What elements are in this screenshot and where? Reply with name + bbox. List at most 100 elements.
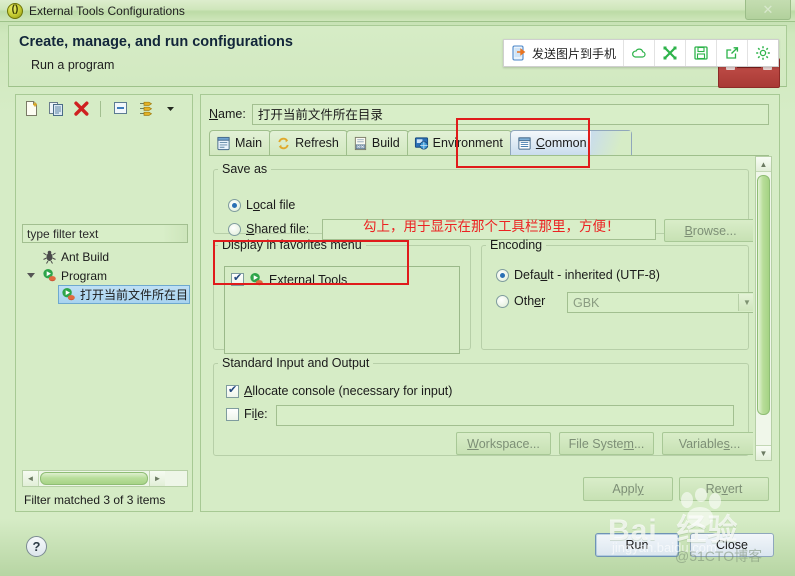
favorites-legend: Display in favorites menu [222, 238, 362, 252]
svg-text:010: 010 [357, 145, 363, 149]
expand-button[interactable] [655, 40, 687, 66]
share-button[interactable] [717, 40, 749, 66]
tab-environment[interactable]: Environment [406, 130, 512, 155]
close-button[interactable]: Close [690, 533, 774, 557]
run-label: Run [625, 538, 649, 552]
capture-toolbar: 发送图片到手机 [503, 39, 780, 67]
tab-label: Common [535, 136, 587, 150]
window-title: External Tools Configurations [29, 3, 185, 18]
close-window-button[interactable]: ✕ [745, 0, 791, 20]
tree-item-selected-config[interactable]: 打开当前文件所在目 [58, 285, 190, 304]
checkbox-indicator [226, 407, 239, 421]
shared-file-label: Shared file: [246, 222, 310, 236]
file-system-button[interactable]: File System... [559, 432, 654, 455]
tree-horizontal-scrollbar[interactable]: ◄ ► [22, 470, 188, 487]
favorites-listbox[interactable]: External Tools [224, 266, 460, 354]
settings-gear-icon [756, 46, 770, 60]
collapse-all-button[interactable] [110, 99, 130, 119]
favorites-item-external-tools[interactable]: External Tools [231, 271, 348, 287]
send-to-phone-button[interactable]: 发送图片到手机 [504, 40, 625, 66]
allocate-console-label: Allocate console (necessary for input) [244, 384, 453, 398]
encoding-other-radio[interactable]: Other [496, 294, 545, 308]
chevron-down-icon[interactable]: ▼ [738, 294, 753, 311]
share-icon [726, 47, 739, 59]
vscroll-thumb[interactable] [757, 175, 770, 415]
filter-icon [139, 101, 152, 116]
view-menu-button[interactable] [160, 99, 180, 119]
duplicate-configuration-button[interactable] [46, 99, 66, 119]
collapse-all-icon [113, 102, 127, 114]
tree-item-ant-build[interactable]: Ant Build [22, 247, 188, 266]
tab-refresh[interactable]: Refresh [269, 130, 348, 155]
revert-label: Revert [705, 482, 743, 496]
encoding-default-radio[interactable]: Default - inherited (UTF-8) [496, 268, 660, 282]
cloud-upload-button[interactable] [624, 40, 656, 66]
new-configuration-icon [25, 101, 37, 116]
vscroll-up-arrow[interactable]: ▲ [756, 157, 771, 172]
radio-indicator [496, 294, 509, 308]
variables-button[interactable]: Variables... [662, 432, 753, 455]
shared-file-radio[interactable]: Shared file: [228, 222, 309, 236]
tab-common[interactable]: Common [509, 130, 632, 155]
hscroll-left-arrow[interactable]: ◄ [23, 471, 39, 486]
settings-button[interactable] [748, 40, 778, 66]
workspace-label: Workspace... [467, 436, 540, 451]
radio-indicator [228, 222, 241, 236]
tree-filter-input[interactable]: type filter text [22, 224, 188, 243]
name-row: Name: 打开当前文件所在目录 [209, 103, 769, 125]
tab-label: Environment [432, 136, 503, 150]
apply-button[interactable]: Apply [583, 477, 673, 501]
filter-button[interactable] [135, 99, 155, 119]
checkbox-indicator [231, 271, 244, 286]
help-button[interactable]: ? [26, 536, 47, 557]
form-vertical-scrollbar[interactable]: ▲ ▼ [755, 156, 772, 461]
delete-configuration-button[interactable] [71, 99, 91, 119]
annotation-note-text: 勾上，用于显示在那个工具栏那里，方便！ [363, 219, 620, 235]
program-icon [43, 268, 56, 282]
apply-label: Apply [612, 482, 644, 496]
encoding-other-label: Other [514, 294, 546, 308]
name-input[interactable]: 打开当前文件所在目录 [251, 103, 769, 125]
file-checkbox[interactable]: File: [226, 407, 268, 421]
external-tools-configurations-window: External Tools Configurations ✕ Create, … [0, 0, 795, 576]
cloud-upload-icon [632, 48, 646, 58]
favorites-item-label: External Tools [269, 272, 348, 287]
send-to-phone-icon [512, 45, 526, 61]
tree-item-program[interactable]: Program [22, 266, 188, 285]
run-button[interactable]: Run [595, 533, 679, 557]
toolbar-separator [100, 100, 101, 117]
tab-main[interactable]: Main [209, 130, 272, 155]
allocate-console-checkbox[interactable]: Allocate console (necessary for input) [226, 383, 453, 398]
configurations-tree[interactable]: Ant Build Program 打开当前文件所在目 [22, 247, 190, 465]
workspace-button[interactable]: Workspace... [456, 432, 551, 455]
file-input[interactable] [276, 405, 734, 426]
encoding-combobox[interactable]: GBK ▼ [567, 292, 753, 313]
tab-label: Main [235, 136, 263, 150]
environment-tab-icon [414, 136, 428, 150]
tree-item-label: Program [61, 268, 108, 283]
hscroll-thumb[interactable] [40, 472, 148, 485]
hscroll-right-arrow[interactable]: ► [149, 471, 165, 486]
standard-io-group: Standard Input and Output Allocate conso… [213, 356, 753, 456]
duplicate-configuration-icon [48, 102, 63, 116]
external-tools-icon [250, 272, 263, 286]
vscroll-down-arrow[interactable]: ▼ [756, 445, 771, 460]
revert-button[interactable]: Revert [679, 477, 769, 501]
save-as-legend: Save as [222, 162, 268, 176]
eclipse-external-tools-icon [7, 2, 23, 19]
local-file-label: Local file [246, 198, 296, 212]
variables-label: Variables... [678, 436, 741, 451]
twisty-expanded-icon[interactable] [27, 273, 35, 282]
save-button[interactable] [686, 40, 718, 66]
title-bar: External Tools Configurations ✕ [0, 0, 795, 22]
encoding-combobox-value: GBK [573, 295, 600, 310]
expand-icon [663, 46, 677, 60]
close-label: Close [716, 538, 748, 552]
ant-build-icon [43, 250, 56, 264]
tab-build[interactable]: 010 Build [345, 130, 409, 155]
favorites-group: Display in favorites menu External Tools [213, 238, 471, 354]
refresh-tab-icon [278, 137, 289, 149]
local-file-radio[interactable]: Local file [228, 198, 295, 212]
tree-item-label: Ant Build [61, 249, 110, 264]
new-configuration-button[interactable] [21, 99, 41, 119]
